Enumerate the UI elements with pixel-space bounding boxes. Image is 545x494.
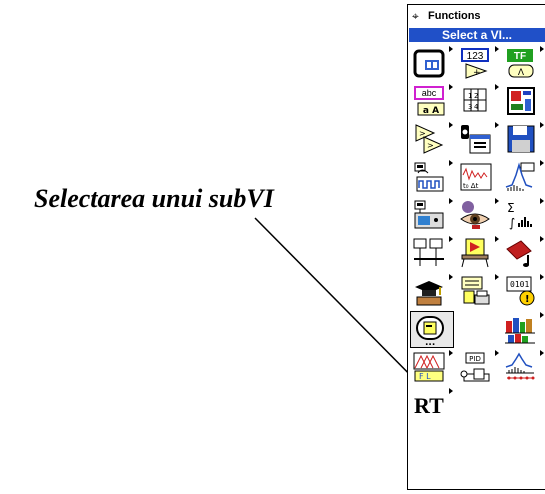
svg-text:...: ... <box>425 338 435 346</box>
rt-icon[interactable]: RT <box>410 387 454 424</box>
boolean-icon[interactable]: TF Λ <box>501 45 545 82</box>
motion-vision-icon[interactable] <box>456 197 500 234</box>
waveform-icon[interactable]: t₀ Δt <box>456 159 500 196</box>
advanced-icon[interactable]: 0101! <box>501 273 545 310</box>
svg-text:Σ: Σ <box>507 201 515 215</box>
select-vi-icon[interactable]: ... <box>410 311 454 348</box>
functions-palette: ⌖ Functions Select a VI... 123 + TF Λ abc a… <box>407 4 545 490</box>
svg-text:>: > <box>419 129 426 138</box>
fuzzy-logic-icon[interactable]: F L <box>410 349 454 386</box>
structures-icon[interactable] <box>410 45 454 82</box>
svg-text:3: 3 <box>468 103 472 111</box>
rt-label: RT <box>414 393 444 418</box>
array-icon[interactable]: 1234 <box>456 83 500 120</box>
pid-control-icon[interactable]: PID <box>456 349 500 386</box>
pid-label: PID <box>469 355 481 363</box>
report-generation-icon[interactable] <box>456 273 500 310</box>
application-control-icon[interactable] <box>456 235 500 272</box>
svg-text:a A: a A <box>423 106 439 116</box>
select-vi-button[interactable]: Select a VI... <box>409 28 545 42</box>
comparison-icon[interactable]: > > <box>410 121 454 158</box>
communication-icon[interactable] <box>410 235 454 272</box>
svg-text:Λ: Λ <box>518 68 525 78</box>
numeric-icon[interactable]: 123 + <box>456 45 500 82</box>
empty-cell <box>456 311 500 348</box>
string-icon[interactable]: abc a A <box>410 83 454 120</box>
analyze-icon[interactable] <box>501 159 545 196</box>
svg-text:∫: ∫ <box>509 216 515 230</box>
svg-text:0101: 0101 <box>510 280 529 289</box>
numeric-icon-label: 123 <box>467 51 484 62</box>
svg-text:F L: F L <box>419 372 431 381</box>
instrument-io-icon[interactable] <box>410 197 454 234</box>
cluster-icon[interactable] <box>501 83 545 120</box>
palette-title: Functions <box>428 10 481 22</box>
pin-icon[interactable]: ⌖ <box>412 9 419 23</box>
svg-text:!: ! <box>525 294 530 305</box>
tutorial-icon[interactable] <box>410 273 454 310</box>
svg-text:+: + <box>473 68 481 78</box>
signal-processing-icon[interactable] <box>501 349 545 386</box>
time-dialog-icon[interactable] <box>456 121 500 158</box>
svg-text:>: > <box>427 141 434 150</box>
palette-titlebar: ⌖ Functions <box>408 5 545 27</box>
svg-text:2: 2 <box>474 92 478 100</box>
mathematics-icon[interactable]: Σ ∫ <box>501 197 545 234</box>
user-libraries-icon[interactable] <box>501 311 545 348</box>
svg-text:4: 4 <box>474 103 479 111</box>
svg-text:1: 1 <box>468 92 472 100</box>
file-io-icon[interactable] <box>501 121 545 158</box>
string-icon-label: abc <box>422 88 437 98</box>
graphics-sound-icon[interactable] <box>501 235 545 272</box>
data-acquisition-icon[interactable] <box>410 159 454 196</box>
boolean-icon-label: TF <box>514 51 526 62</box>
svg-text:t₀ Δt: t₀ Δt <box>463 182 479 190</box>
